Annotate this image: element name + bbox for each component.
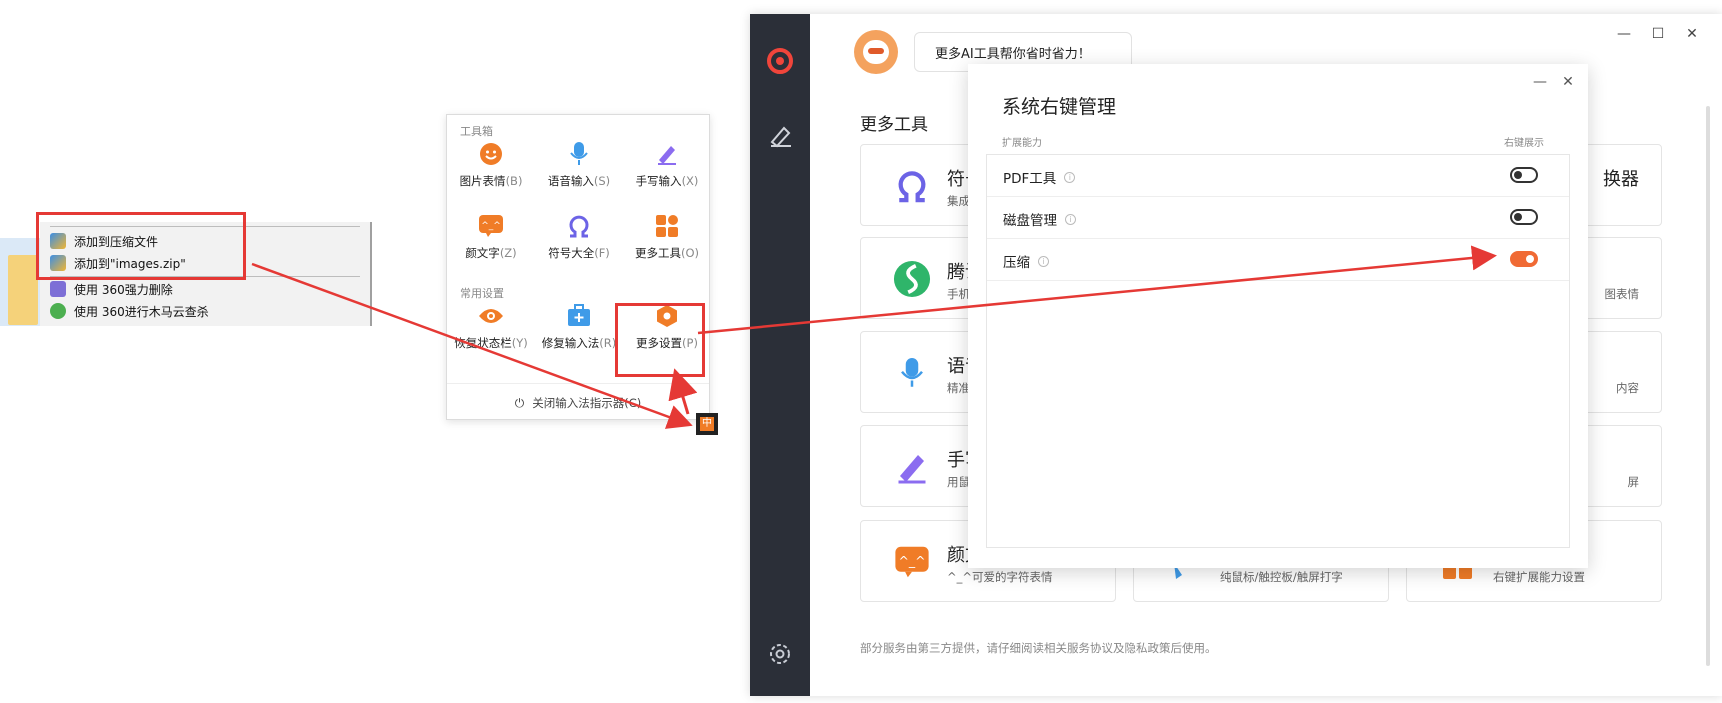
setting-repair-ime[interactable]: 修复输入法(R): [541, 303, 617, 363]
setting-label: 修复输入法: [541, 336, 600, 350]
section-label-common-settings: 常用设置: [460, 287, 504, 300]
skin-icon[interactable]: [768, 122, 794, 148]
tool-shortcut: (X): [681, 174, 699, 188]
kaomoji-icon: ^_^: [478, 213, 504, 239]
eye-icon: [478, 303, 504, 329]
card-subtitle: 手机: [947, 287, 970, 301]
card-subtitle: 用鼠: [947, 475, 970, 489]
tool-shortcut: (S): [593, 174, 611, 188]
svg-text:^_^: ^_^: [481, 221, 501, 231]
ime-mode-label: 中: [700, 417, 714, 431]
tool-label: 图片表情: [459, 174, 506, 188]
tool-shortcut: (Z): [499, 246, 517, 260]
tool-label: 颜文字: [465, 246, 500, 260]
card-subtitle: 集成: [947, 194, 970, 208]
column-header-show: 右键展示: [1504, 138, 1544, 149]
card-subtitle: ^_^可爱的字符表情: [947, 570, 1053, 584]
smiley-icon: [478, 141, 504, 167]
close-indicator-button[interactable]: ⏻ 关闭输入法指示器(C): [447, 391, 709, 415]
microphone-icon: [566, 141, 592, 167]
sidebar: [750, 14, 810, 696]
assistant-avatar[interactable]: [854, 30, 898, 74]
pen-icon: [654, 141, 680, 167]
setting-label: 恢复状态栏: [454, 336, 512, 350]
setting-restore-statusbar[interactable]: 恢复状态栏(Y): [453, 303, 529, 363]
shredder-icon: [50, 281, 66, 297]
tool-label: 符号大全: [548, 246, 595, 260]
card-subtitle: 图表情: [1604, 287, 1640, 301]
card-subtitle: 内容: [1616, 381, 1639, 395]
close-button[interactable]: ✕: [1682, 24, 1702, 44]
toggle-disk-management[interactable]: [1510, 209, 1538, 225]
menu-item-label: 使用 360进行木马云查杀: [74, 304, 209, 319]
divider: [447, 383, 709, 384]
annotation-highlight-box: [615, 303, 705, 377]
card-title: 换器: [1603, 169, 1639, 190]
section-title: 更多工具: [860, 115, 928, 135]
power-icon: ⏻: [514, 395, 525, 410]
menu-item-360-force-delete[interactable]: 使用 360强力删除: [50, 278, 173, 300]
toggle-pdf-tools[interactable]: [1510, 167, 1538, 183]
annotation-highlight-box: [36, 212, 246, 280]
maximize-button[interactable]: ☐: [1648, 24, 1668, 44]
tool-label: 语音输入: [547, 174, 594, 188]
grid-icon: [654, 213, 680, 239]
card-subtitle: 纯鼠标/触控板/触屏打字: [1220, 570, 1343, 584]
row-label: 磁盘管理: [1003, 213, 1057, 229]
logo-icon[interactable]: [767, 48, 793, 74]
card-subtitle: 屏: [1627, 475, 1640, 489]
tool-image-emoji[interactable]: 图片表情(B): [453, 141, 529, 201]
menu-item-360-trojan-scan[interactable]: 使用 360进行木马云查杀: [50, 300, 209, 322]
info-icon[interactable]: i: [1038, 255, 1049, 267]
omega-icon: [566, 213, 592, 239]
section-label-toolbox: 工具箱: [460, 125, 493, 138]
360-shield-icon: [50, 303, 66, 319]
card-subtitle: 精准: [947, 381, 970, 395]
dialog-title: 系统右键管理: [1002, 96, 1117, 118]
tool-kaomoji[interactable]: ^_^ 颜文字(Z): [453, 213, 529, 273]
microphone-icon: [893, 354, 931, 392]
toggle-compress[interactable]: [1510, 251, 1538, 267]
tool-symbols[interactable]: 符号大全(F): [541, 213, 617, 273]
tool-shortcut: (B): [505, 174, 523, 188]
minimize-button[interactable]: —: [1614, 24, 1634, 44]
tool-label: 手写输入: [635, 174, 682, 188]
omega-icon: [893, 167, 931, 205]
tool-label: 更多工具: [634, 246, 681, 260]
table-row-compress: 压缩 i: [987, 239, 1569, 281]
medkit-icon: [566, 303, 592, 329]
tool-shortcut: (O): [680, 246, 700, 260]
card-subtitle: 右键扩展能力设置: [1493, 570, 1585, 584]
menu-item-label: 使用 360强力删除: [74, 282, 173, 297]
setting-shortcut: (Y): [511, 336, 528, 350]
tool-handwriting[interactable]: 手写输入(X): [629, 141, 705, 201]
table-row-pdf-tools: PDF工具 i: [987, 155, 1569, 197]
gear-icon[interactable]: [767, 641, 793, 667]
kaomoji-icon: ^_^: [893, 543, 931, 581]
disclaimer-text: 部分服务由第三方提供，请仔细阅读相关服务协议及隐私政策后使用。: [860, 641, 1217, 655]
scrollbar[interactable]: [1706, 106, 1710, 666]
column-header-extension: 扩展能力: [1002, 138, 1042, 149]
tool-voice-input[interactable]: 语音输入(S): [541, 141, 617, 201]
setting-shortcut: (R): [599, 336, 617, 350]
dialog-minimize-button[interactable]: —: [1532, 74, 1548, 90]
tencent-logo-icon: [893, 260, 931, 298]
row-label: 压缩: [1003, 255, 1030, 271]
row-label: PDF工具: [1003, 171, 1057, 187]
pen-icon: [893, 448, 931, 486]
table-row-disk-management: 磁盘管理 i: [987, 197, 1569, 239]
svg-text:^_^: ^_^: [898, 553, 925, 568]
tool-more-tools[interactable]: 更多工具(O): [629, 213, 705, 273]
folder-icon: [8, 255, 38, 325]
dialog-close-button[interactable]: ✕: [1560, 74, 1576, 90]
footer-label: 关闭输入法指示器(C): [532, 396, 642, 410]
info-icon[interactable]: i: [1065, 213, 1076, 225]
tool-shortcut: (F): [594, 246, 610, 260]
info-icon[interactable]: i: [1064, 171, 1076, 183]
ime-indicator[interactable]: 中: [696, 413, 718, 435]
